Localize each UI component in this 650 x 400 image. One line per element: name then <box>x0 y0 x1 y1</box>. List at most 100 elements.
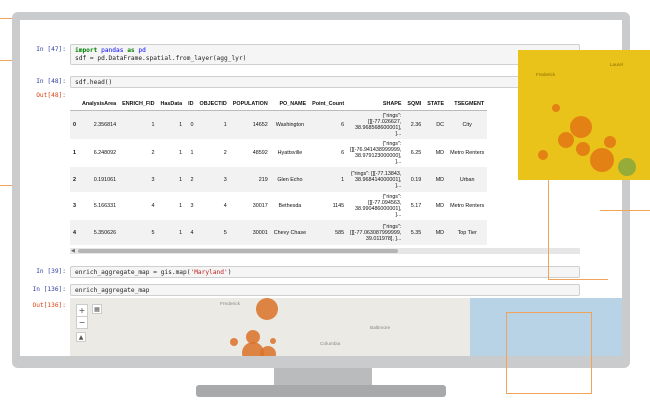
accent-line <box>506 393 592 394</box>
map-label: Frederick <box>220 302 240 307</box>
column-header: STATE <box>424 98 448 111</box>
accent-line <box>548 279 608 280</box>
horizontal-scrollbar[interactable]: ◀ <box>70 248 580 254</box>
table-cell: 2 <box>223 150 227 156</box>
table-cell: Metro Renters <box>450 203 485 209</box>
table-cell: MD <box>424 220 448 245</box>
table-cell: 6 <box>309 110 348 139</box>
table-cell: MD <box>435 203 445 209</box>
row-index: 2 <box>70 167 79 192</box>
table-cell: 5.17 <box>410 203 422 209</box>
code-cell-import[interactable]: import pandas as pd sdf = pd.DataFrame.sp… <box>70 44 580 65</box>
table-cell: 0.191061 <box>79 167 120 192</box>
table-cell: DC <box>424 110 448 139</box>
table-cell: Hyattsville <box>277 150 303 156</box>
table-cell: 3 <box>190 203 194 209</box>
code-line: import pandas as pd <box>75 47 575 55</box>
map-bubble[interactable] <box>270 338 276 344</box>
code-token: import <box>75 47 98 54</box>
table-cell: 5.350626 <box>79 220 120 245</box>
table-cell: 1 <box>157 110 186 139</box>
code-cell-head[interactable]: sdf.head() <box>70 76 580 88</box>
map-bubble[interactable] <box>256 298 278 320</box>
table-cell: {"rings": [[[-76.941438999999, 38.979123… <box>350 141 402 165</box>
table-row: 1 6.248092 2 1 1 2 48592 Hyattsville 6 {"rings": … <box>70 139 487 167</box>
table-cell: MD <box>424 167 448 192</box>
code-line: sdf.head() <box>75 79 575 87</box>
code-token: as <box>127 47 135 54</box>
column-header: Point_Count <box>309 98 348 111</box>
accent-line <box>548 180 549 280</box>
map-label: Baltimore <box>370 326 391 331</box>
output-prompt: Out[136]: <box>32 302 66 309</box>
map-label: Columbia <box>320 342 341 347</box>
table-cell: 1 <box>157 220 186 245</box>
table-cell: Metro Renters <box>450 150 485 156</box>
table-row: 2 0.191061 3 1 2 3 219 Glen Echo 1 {"rings": [[[-… <box>70 167 488 192</box>
column-header: OBJECTID <box>196 98 230 111</box>
row-index: 3 <box>73 203 76 209</box>
map-bubble[interactable] <box>260 346 276 356</box>
compass-icon[interactable]: ▲ <box>76 332 86 342</box>
table-cell: Glen Echo <box>270 167 310 192</box>
table-header: AnalysisArea ENRICH_FID HasData ID OBJECTID P… <box>70 98 488 111</box>
code-line: enrich_aggregate_map = gis.map('Maryland… <box>75 269 575 277</box>
table-cell: 6.25 <box>410 150 422 156</box>
inset-bubble <box>552 104 560 112</box>
inset-bubble <box>604 136 616 148</box>
table-row: 0 2.356814 1 1 0 1 14652 Washington 6 {"rings": [… <box>70 110 488 139</box>
code-token: sdf.head() <box>75 79 113 86</box>
table-cell: 1 <box>309 167 348 192</box>
table-cell: 48592 <box>252 150 268 156</box>
zoom-in-button[interactable]: + <box>77 305 87 316</box>
cell-prompt: In [47]: <box>36 46 66 53</box>
table-cell: MD <box>435 150 445 156</box>
cell-prompt: In [48]: <box>36 78 66 85</box>
column-header: PO_NAME <box>270 98 310 111</box>
table-cell: Bethesda <box>278 203 302 209</box>
table-cell: 4 <box>223 203 227 209</box>
map-bubble[interactable] <box>230 338 238 346</box>
scroll-left-icon[interactable]: ◀ <box>71 248 75 254</box>
map-widget[interactable]: Frederick Baltimore Columbia + − ▦ ▲ <box>70 298 622 356</box>
accent-line <box>591 312 592 394</box>
column-header <box>70 98 79 111</box>
table-cell: 219 <box>229 167 271 192</box>
table-cell: 30017 <box>252 203 268 209</box>
code-token: pd <box>138 47 146 54</box>
row-index: 4 <box>70 220 79 245</box>
dataframe-table: AnalysisArea ENRICH_FID HasData ID OBJECTID P… <box>70 98 580 248</box>
column-header: SQMI <box>404 98 425 111</box>
monitor-base <box>196 385 446 397</box>
table-cell: Top Tier <box>447 220 488 245</box>
code-line: sdf = pd.DataFrame.spatial.from_layer(ag… <box>75 55 575 63</box>
scroll-thumb[interactable] <box>78 249 398 253</box>
code-cell-map[interactable]: enrich_aggregate_map = gis.map('Maryland… <box>70 266 580 278</box>
cell-prompt: In [136]: <box>32 286 66 293</box>
table-cell: {"rings": [[[-77.063087999999, 39.011978… <box>347 220 405 245</box>
table-cell: 3 <box>119 167 158 192</box>
code-text: enrich_aggregate_map <box>75 287 575 295</box>
zoom-control: + − <box>76 304 88 329</box>
inset-bubble <box>570 116 592 138</box>
table-cell: Urban <box>447 167 488 192</box>
code-line: enrich_aggregate_map <box>75 287 575 295</box>
layers-icon[interactable]: ▦ <box>92 304 102 314</box>
table-cell: 3 <box>196 167 230 192</box>
table-cell: 1 <box>179 203 183 209</box>
table-row: 3 5.166331 4 1 3 4 30017 Bethesda 1145 {"rings": … <box>70 192 487 220</box>
table-cell: 14652 <box>229 110 271 139</box>
table-cell: City <box>447 110 488 139</box>
table-row: 4 5.350626 5 1 4 5 30001 Chevy Chase 585 {"rings"… <box>70 220 488 245</box>
table-cell: 6.248092 <box>93 150 117 156</box>
table-cell: 1 <box>157 167 186 192</box>
code-cell-show-map[interactable]: enrich_aggregate_map <box>70 284 580 296</box>
table-cell: {"rings": [[[-77.13843, 38.968414000001]… <box>347 167 405 192</box>
inset-label: Laurel <box>610 62 623 67</box>
row-index: 0 <box>70 110 79 139</box>
zoom-out-button[interactable]: − <box>77 316 87 328</box>
code-token: 'Maryland' <box>190 269 228 276</box>
code-text: import pandas as pd sdf = pd.DataFrame.sp… <box>75 47 575 63</box>
table-cell: 0.19 <box>404 167 425 192</box>
accent-line <box>506 312 507 394</box>
